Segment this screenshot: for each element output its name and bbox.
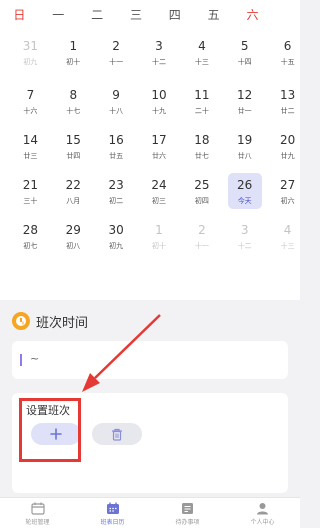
bottom-tab-bar: 轮班管理 班表日历 待办事项 个人中心: [0, 497, 300, 528]
tab-label: 班表日历: [100, 519, 125, 526]
shift-icon: [30, 502, 45, 515]
todo-icon: [182, 503, 193, 514]
person-icon: [257, 503, 268, 515]
annotation-arrow: [82, 314, 161, 392]
tab-shift-calendar[interactable]: 班表日历: [75, 498, 150, 528]
calendar-icon: [106, 502, 119, 514]
tab-label: 待办事项: [175, 519, 200, 526]
tab-label: 轮班管理: [25, 519, 50, 526]
tab-label: 个人中心: [250, 519, 275, 526]
tab-profile[interactable]: 个人中心: [225, 498, 300, 528]
tab-todo[interactable]: 待办事项: [150, 498, 225, 528]
tab-shift-management[interactable]: 轮班管理: [0, 498, 75, 528]
